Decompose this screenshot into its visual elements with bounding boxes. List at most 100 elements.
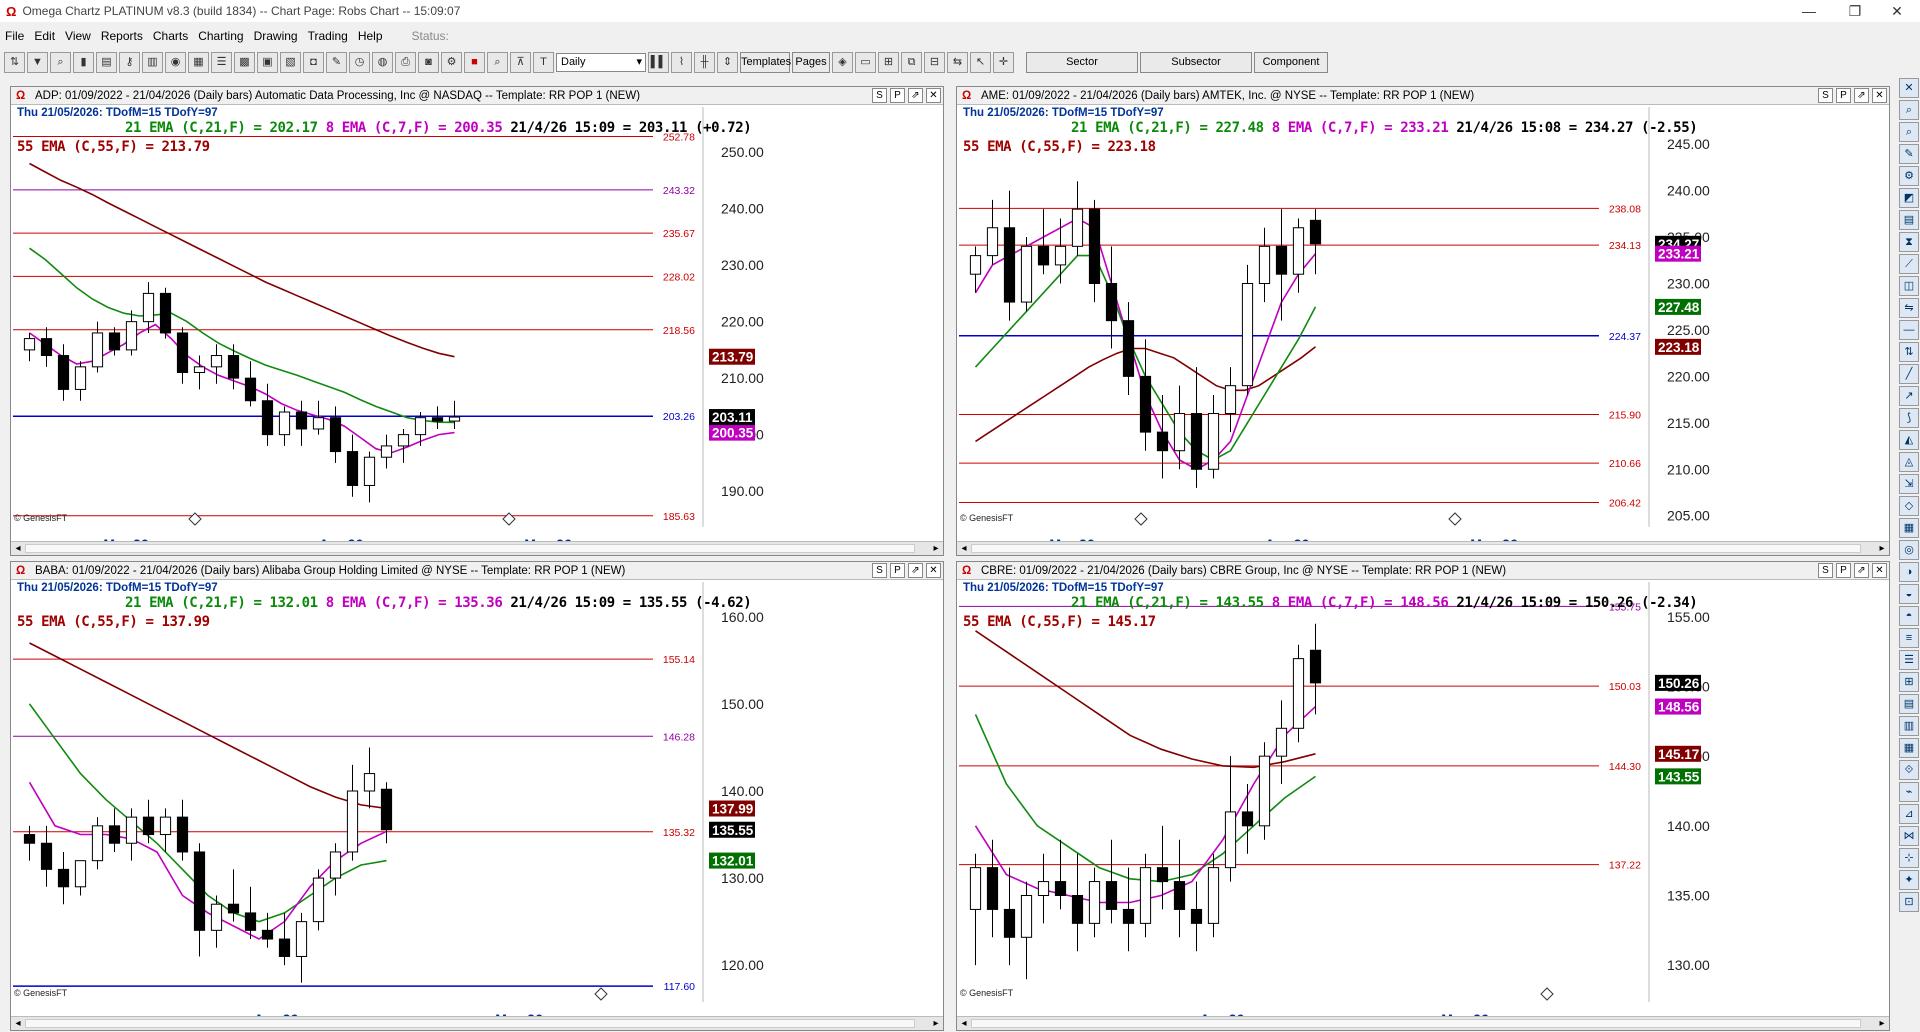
drawing-tool-22-icon[interactable]: ◑: [1899, 562, 1919, 582]
drawing-tool-36-icon[interactable]: ✦: [1899, 870, 1919, 890]
scroll-right-icon[interactable]: ▸: [929, 1017, 943, 1030]
event-marker-icon[interactable]: [1540, 987, 1554, 1001]
menu-charting[interactable]: Charting: [193, 29, 248, 43]
drawing-tool-26-icon[interactable]: ☰: [1899, 650, 1919, 670]
drawing-tool-35-icon[interactable]: ⊹: [1899, 848, 1919, 868]
chart-icon[interactable]: ⇅: [4, 51, 25, 73]
drawing-tool-13-icon[interactable]: ╱: [1899, 364, 1919, 384]
panels-icon[interactable]: ⊟: [924, 51, 945, 73]
print-icon[interactable]: ⎙: [395, 51, 416, 73]
drawing-tool-24-icon[interactable]: ◓: [1899, 606, 1919, 626]
menu-view[interactable]: View: [60, 29, 96, 43]
sector-button[interactable]: Sector: [1026, 51, 1138, 73]
drawing-tool-6-icon[interactable]: ▤: [1899, 210, 1919, 230]
zoom-icon[interactable]: ⌕: [50, 51, 71, 73]
line-chart-icon[interactable]: ⌇: [671, 51, 692, 73]
grid-icon[interactable]: ▦: [188, 51, 209, 73]
pages-button[interactable]: Pages: [792, 51, 830, 73]
lock-icon[interactable]: ▣: [257, 51, 278, 73]
drawing-tool-19-icon[interactable]: ◇: [1899, 496, 1919, 516]
eye-icon[interactable]: ◉: [165, 51, 186, 73]
event-marker-icon[interactable]: [594, 987, 608, 1001]
drawing-tool-17-icon[interactable]: ◬: [1899, 452, 1919, 472]
drawing-tool-4-icon[interactable]: ⚙: [1899, 166, 1919, 186]
price-chart[interactable]: 252.78243.32235.67228.02218.56203.26185.…: [11, 87, 945, 557]
scale-icon[interactable]: ⇕: [717, 51, 738, 73]
table-icon[interactable]: ▩: [234, 51, 255, 73]
drawing-tool-15-icon[interactable]: ⟆: [1899, 408, 1919, 428]
page-icon[interactable]: ▤: [96, 51, 117, 73]
clock-icon[interactable]: ◷: [349, 51, 370, 73]
bar-chart-icon[interactable]: ▌▌: [648, 51, 669, 73]
drawing-tool-7-icon[interactable]: ⧗: [1899, 232, 1919, 252]
drawing-tool-27-icon[interactable]: ⊞: [1899, 672, 1919, 692]
scroll-thumb[interactable]: [25, 1019, 915, 1028]
drawing-tool-0-icon[interactable]: ✕: [1899, 78, 1919, 98]
drawing-tool-32-icon[interactable]: ⌁: [1899, 782, 1919, 802]
drawing-tool-10-icon[interactable]: ⇋: [1899, 298, 1919, 318]
templates-button[interactable]: Templates: [740, 51, 791, 73]
price-chart[interactable]: 155.75150.03144.30137.22130.00135.00140.…: [957, 562, 1891, 1032]
search-icon[interactable]: ⌕: [487, 51, 508, 73]
drawing-tool-3-icon[interactable]: ✎: [1899, 144, 1919, 164]
list-icon[interactable]: ☰: [211, 51, 232, 73]
menu-reports[interactable]: Reports: [96, 29, 148, 43]
chart-panel-baba[interactable]: Ω BABA: 01/09/2022 - 21/04/2026 (Daily ba…: [10, 561, 944, 1031]
pen-icon[interactable]: ✎: [326, 51, 347, 73]
scroll-thumb[interactable]: [25, 544, 915, 553]
drawing-tool-9-icon[interactable]: ◫: [1899, 276, 1919, 296]
subsector-button[interactable]: Subsector: [1140, 51, 1252, 73]
drawing-tool-16-icon[interactable]: ◭: [1899, 430, 1919, 450]
scroll-thumb[interactable]: [971, 544, 1861, 553]
period-select[interactable]: Daily: [556, 52, 646, 72]
stop-icon[interactable]: ■: [464, 51, 485, 73]
menu-edit[interactable]: Edit: [29, 29, 60, 43]
minimize-icon[interactable]: —: [1786, 0, 1832, 22]
drawing-tool-1-icon[interactable]: ⌕: [1899, 100, 1919, 120]
settings-icon[interactable]: ⚙: [441, 51, 462, 73]
cascade-icon[interactable]: ⧉: [901, 51, 922, 73]
crosshair-icon[interactable]: ✛: [993, 51, 1014, 73]
chart-panel-cbre[interactable]: Ω CBRE: 01/09/2022 - 21/04/2026 (Daily ba…: [956, 561, 1890, 1031]
drawing-tool-31-icon[interactable]: ⟐: [1899, 760, 1919, 780]
menu-file[interactable]: File: [0, 29, 29, 43]
drawing-tool-28-icon[interactable]: ▤: [1899, 694, 1919, 714]
drawing-tool-21-icon[interactable]: ◎: [1899, 540, 1919, 560]
event-marker-icon[interactable]: [502, 512, 516, 526]
horizontal-scrollbar[interactable]: ◂ ▸: [957, 1016, 1889, 1030]
scroll-right-icon[interactable]: ▸: [929, 542, 943, 555]
drawing-tool-12-icon[interactable]: ⇅: [1899, 342, 1919, 362]
scroll-thumb[interactable]: [971, 1019, 1861, 1028]
chart-panel-ame[interactable]: Ω AME: 01/09/2022 - 21/04/2026 (Daily bar…: [956, 86, 1890, 556]
scroll-left-icon[interactable]: ◂: [11, 1017, 25, 1030]
menu-charts[interactable]: Charts: [148, 29, 193, 43]
ohlc-icon[interactable]: ╫: [694, 51, 715, 73]
component-button[interactable]: Component: [1254, 51, 1328, 73]
event-marker-icon[interactable]: [1134, 512, 1148, 526]
menu-help[interactable]: Help: [353, 29, 388, 43]
horizontal-scrollbar[interactable]: ◂ ▸: [11, 1016, 943, 1030]
window-icon[interactable]: ▭: [855, 51, 876, 73]
horizontal-scrollbar[interactable]: ◂ ▸: [957, 541, 1889, 555]
palette-icon[interactable]: ◍: [372, 51, 393, 73]
menu-drawing[interactable]: Drawing: [249, 29, 303, 43]
drawing-tool-2-icon[interactable]: ⌕: [1899, 122, 1919, 142]
scroll-right-icon[interactable]: ▸: [1875, 1017, 1889, 1030]
drawing-tool-5-icon[interactable]: ◩: [1899, 188, 1919, 208]
arrange-icon[interactable]: ◈: [832, 51, 853, 73]
scroll-right-icon[interactable]: ▸: [1875, 542, 1889, 555]
scroll-left-icon[interactable]: ◂: [957, 542, 971, 555]
camera-icon[interactable]: ◙: [418, 51, 439, 73]
menu-trading[interactable]: Trading: [303, 29, 353, 43]
drawing-tool-11-icon[interactable]: —: [1899, 320, 1919, 340]
event-marker-icon[interactable]: [1448, 512, 1462, 526]
car-icon[interactable]: ◘: [303, 51, 324, 73]
drawing-tool-37-icon[interactable]: ⊡: [1899, 892, 1919, 912]
drawing-tool-29-icon[interactable]: ▥: [1899, 716, 1919, 736]
chart-panel-adp[interactable]: Ω ADP: 01/09/2022 - 21/04/2026 (Daily bar…: [10, 86, 944, 556]
up-icon[interactable]: ⊼: [510, 51, 531, 73]
horizontal-scrollbar[interactable]: ◂ ▸: [11, 541, 943, 555]
tag-icon[interactable]: T: [533, 51, 554, 73]
close-icon[interactable]: ✕: [1874, 0, 1920, 22]
bars-icon[interactable]: ▥: [142, 51, 163, 73]
